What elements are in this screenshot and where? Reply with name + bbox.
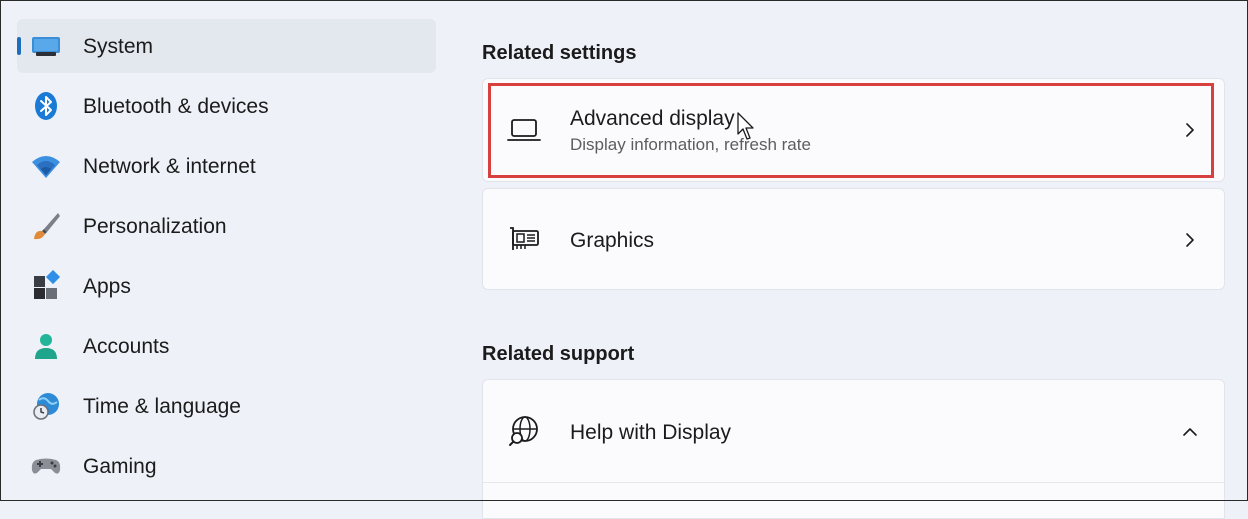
sidebar-item-label: Accounts (83, 335, 170, 358)
monitor-icon (32, 37, 60, 56)
sidebar-item-label: Network & internet (83, 155, 256, 178)
graphics-card[interactable]: Graphics (482, 188, 1225, 290)
sidebar-item-personalization[interactable]: Personalization (17, 199, 436, 253)
sidebar-item-apps[interactable]: Apps (17, 259, 436, 313)
apps-icon (34, 270, 61, 299)
sidebar-item-network[interactable]: Network & internet (17, 139, 436, 193)
sidebar-item-label: Bluetooth & devices (83, 95, 269, 118)
sidebar-item-label: Personalization (83, 215, 227, 238)
help-with-display-card[interactable]: Help with Display (482, 379, 1225, 519)
section-title-related-settings: Related settings (482, 42, 637, 64)
sidebar-item-label: System (83, 35, 154, 58)
sidebar-item-bluetooth[interactable]: Bluetooth & devices (17, 79, 436, 133)
sidebar-item-time-language[interactable]: Time & language (17, 379, 436, 433)
chevron-up-icon (1183, 428, 1197, 436)
mouse-cursor-icon (737, 112, 754, 140)
chevron-right-icon (1186, 123, 1194, 137)
card-title: Advanced display (570, 107, 735, 130)
sidebar-item-label: Time & language (83, 395, 241, 418)
sidebar-item-accounts[interactable]: Accounts (17, 319, 436, 373)
sidebar: System Bluetooth & devices Network & int… (0, 0, 450, 501)
sidebar-item-gaming[interactable]: Gaming (17, 439, 436, 493)
card-title: Help with Display (570, 421, 732, 444)
card-title: Graphics (570, 229, 655, 252)
laptop-icon (507, 119, 541, 141)
gamepad-icon (31, 458, 61, 474)
selection-indicator (17, 37, 21, 55)
globe-search-icon (509, 416, 538, 446)
sidebar-item-system[interactable]: System (17, 19, 436, 73)
gpu-icon (510, 227, 539, 250)
sidebar-item-label: Apps (83, 275, 131, 298)
advanced-display-card[interactable]: Advanced display Display information, re… (482, 78, 1225, 182)
card-subtitle: Display information, refresh rate (570, 135, 811, 154)
globe-clock-icon (33, 393, 59, 420)
person-icon (35, 334, 57, 359)
sidebar-item-label: Gaming (83, 455, 157, 478)
bluetooth-icon (35, 92, 57, 120)
card-divider (483, 482, 1224, 483)
paintbrush-icon (34, 213, 60, 240)
section-title-related-support: Related support (482, 343, 635, 365)
chevron-right-icon (1186, 233, 1194, 247)
wifi-icon (32, 156, 60, 178)
